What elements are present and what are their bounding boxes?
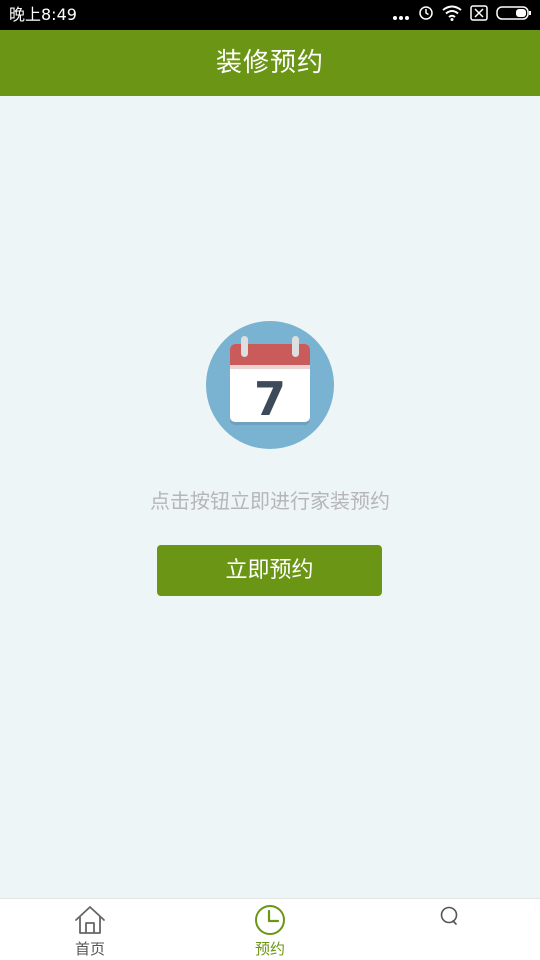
- battery-icon: [496, 5, 532, 25]
- tab-booking[interactable]: 预约: [180, 899, 360, 960]
- main-content: 7 点击按钮立即进行家装预约 立即预约: [0, 96, 540, 898]
- status-bar: 晚上8:49: [0, 0, 540, 30]
- header: 装修预约: [0, 30, 540, 96]
- status-icons: [392, 5, 532, 25]
- page-title: 装修预约: [215, 48, 324, 78]
- clock-icon: [254, 904, 286, 936]
- hint-text: 点击按钮立即进行家装预约: [150, 489, 390, 513]
- tab-chat[interactable]: [360, 899, 540, 960]
- calendar-day: 7: [254, 372, 286, 426]
- tab-bar: 首页 预约: [0, 898, 540, 960]
- calendar-icon: 7: [206, 321, 334, 449]
- book-now-button[interactable]: 立即预约: [157, 545, 382, 596]
- tab-home[interactable]: 首页: [0, 899, 180, 960]
- tab-home-label: 首页: [74, 940, 105, 958]
- home-icon: [74, 904, 106, 936]
- chat-icon: [434, 904, 466, 936]
- wifi-icon: [442, 5, 462, 25]
- sim-icon: [470, 5, 488, 25]
- status-time: 晚上8:49: [9, 5, 77, 24]
- alarm-icon: [418, 5, 434, 25]
- tab-booking-label: 预约: [254, 940, 285, 958]
- more-dots-icon: [392, 6, 410, 25]
